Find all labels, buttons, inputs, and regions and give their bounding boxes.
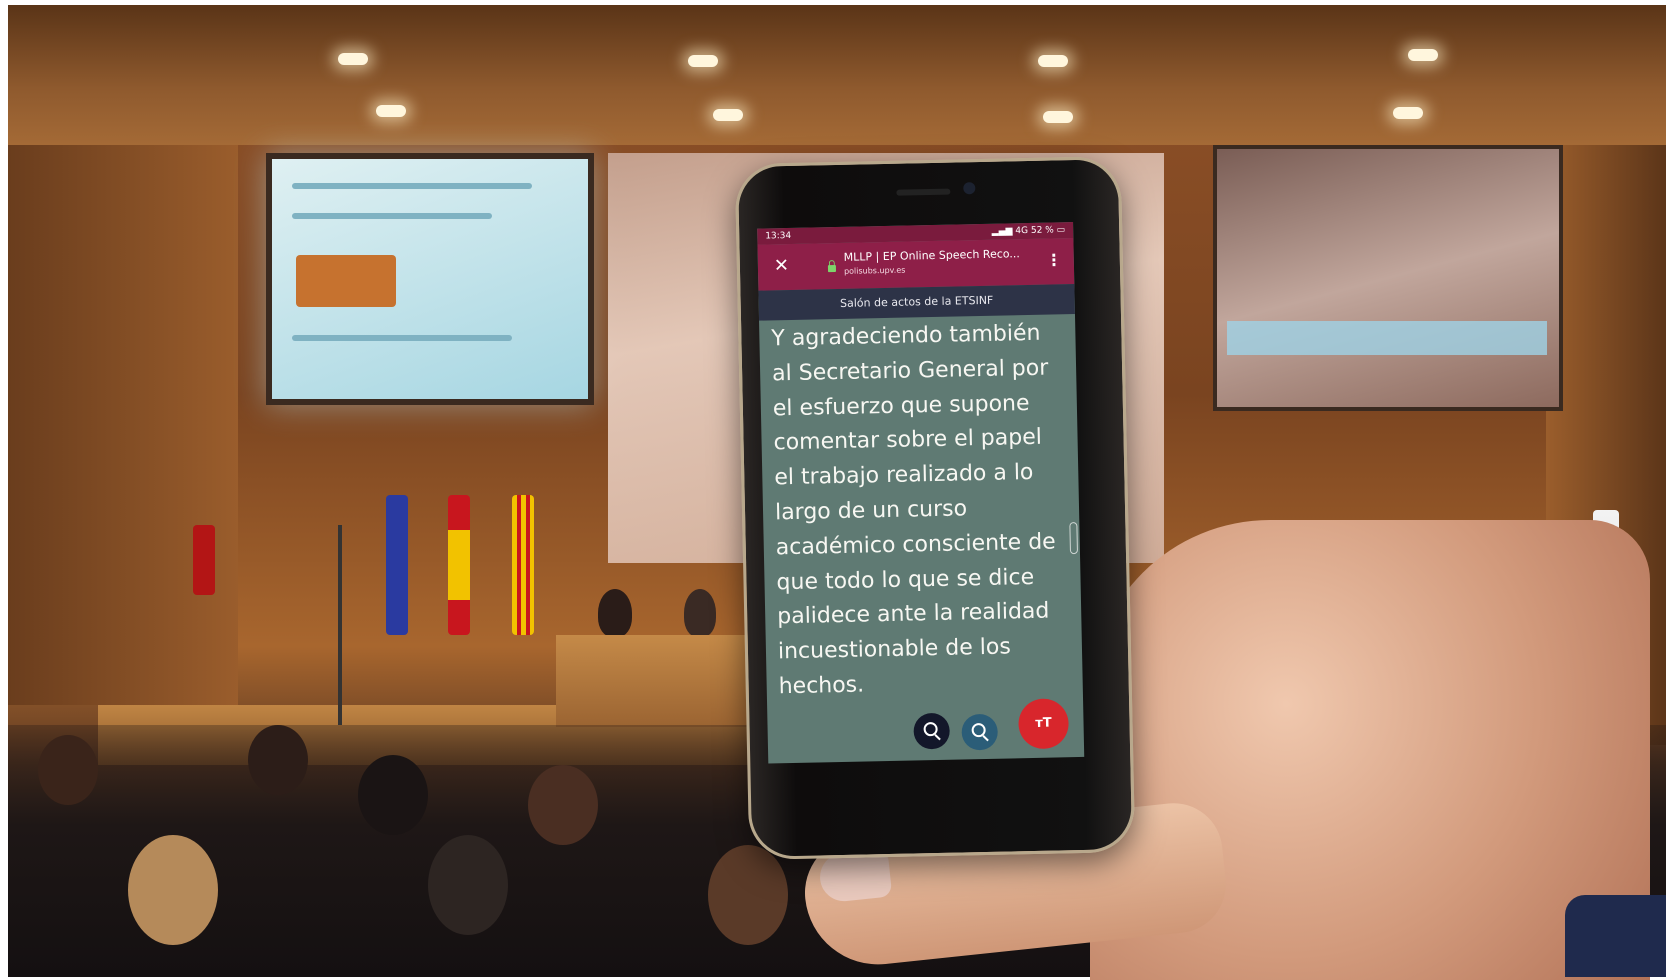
caption-line: académico consciente de xyxy=(775,529,1056,561)
ceiling-light xyxy=(376,105,406,117)
wall-left xyxy=(8,145,238,705)
audience-head xyxy=(428,835,508,935)
battery-level: 52 % xyxy=(1030,225,1054,236)
caption-line: hechos. xyxy=(778,672,865,700)
slide-bar xyxy=(292,335,512,341)
lock-icon xyxy=(827,265,837,273)
audience-head xyxy=(248,725,308,795)
projection-screen-left xyxy=(266,153,594,405)
fire-extinguisher xyxy=(193,525,215,595)
slide-bar xyxy=(292,183,532,189)
caption-line: al Secretario General por xyxy=(771,355,1049,387)
presidium-desk xyxy=(556,635,766,727)
live-captions: Y agradeciendo también al Secretario Gene… xyxy=(771,316,1079,705)
smartphone: 13:34 ▂▄▆ 4G 52 % ▭ ✕ MLLP | EP Online S… xyxy=(734,156,1136,860)
camera-stand xyxy=(338,525,342,725)
page-title[interactable]: MLLP | EP Online Speech Reco... xyxy=(844,247,1020,264)
slide-bar xyxy=(292,213,492,219)
battery-icon: ▭ xyxy=(1056,225,1066,236)
ceiling-light xyxy=(713,109,743,121)
page-domain[interactable]: polisubs.upv.es xyxy=(844,266,906,276)
earpiece xyxy=(896,188,951,196)
audience-head xyxy=(358,755,428,835)
flag-eu xyxy=(386,495,408,635)
system-indicators: ▂▄▆ 4G 52 % ▭ xyxy=(992,222,1066,240)
zoom-out-icon xyxy=(971,722,986,738)
ceiling-light xyxy=(688,55,718,67)
ceiling xyxy=(8,5,1666,145)
signal-icon: ▂▄▆ xyxy=(991,226,1013,237)
audience-head xyxy=(128,835,218,945)
network-type: 4G xyxy=(1015,225,1029,237)
ceiling-light xyxy=(1038,55,1068,67)
panelist xyxy=(684,589,716,637)
ceiling-light xyxy=(1408,49,1438,61)
kebab-menu-icon[interactable]: ⋮ xyxy=(1046,250,1062,270)
zoom-in-icon xyxy=(923,721,938,737)
browser-toolbar: ✕ MLLP | EP Online Speech Reco... polisu… xyxy=(757,238,1075,291)
audience-head xyxy=(528,765,598,845)
audience-head xyxy=(708,845,788,945)
close-icon[interactable]: ✕ xyxy=(774,255,790,277)
audience-head xyxy=(38,735,98,805)
clock: 13:34 xyxy=(765,230,792,242)
phone-screen: 13:34 ▂▄▆ 4G 52 % ▭ ✕ MLLP | EP Online S… xyxy=(757,222,1085,764)
front-camera xyxy=(963,182,976,195)
ceiling-light xyxy=(338,53,368,65)
projection-screen-right xyxy=(1213,145,1563,411)
slide-strip xyxy=(1227,321,1547,355)
flag-spain xyxy=(448,495,470,635)
text-size-button[interactable]: ᴛT xyxy=(1018,698,1070,750)
scroll-handle[interactable] xyxy=(1069,522,1078,555)
ceiling-light xyxy=(1043,111,1073,123)
panelist xyxy=(598,589,632,637)
slide-image xyxy=(296,255,396,307)
zoom-out-button[interactable] xyxy=(961,713,999,751)
ceiling-light xyxy=(1393,107,1423,119)
text-size-icon: ᴛT xyxy=(1035,715,1052,731)
room-name: Salón de actos de la ETSINF xyxy=(758,284,1075,321)
caption-line: palidece ante la realidad xyxy=(776,599,1050,630)
flag-valencia xyxy=(512,495,534,635)
caption-line: el trabajo realizado a lo xyxy=(774,460,1034,491)
sleeve xyxy=(1565,895,1666,977)
zoom-in-button[interactable] xyxy=(913,712,951,750)
